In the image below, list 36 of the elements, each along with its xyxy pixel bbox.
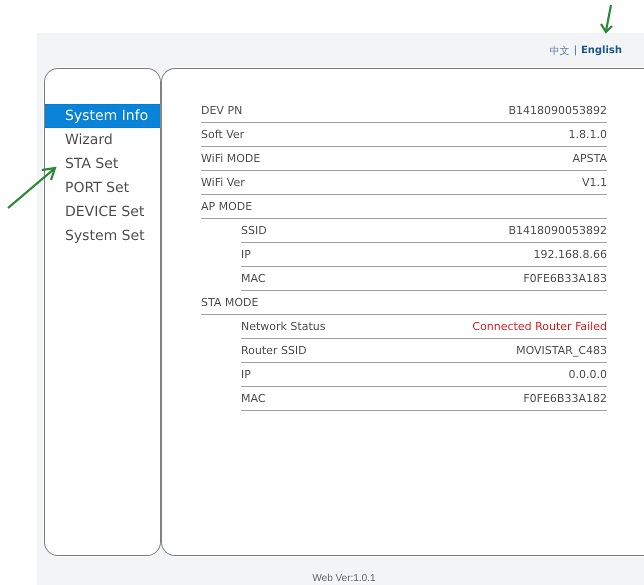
field-label: DEV PN	[201, 104, 242, 117]
sidebar-item[interactable]: STA Set	[45, 152, 160, 176]
field-value: B1418090053892	[508, 224, 607, 237]
field-value: MOVISTAR_C483	[516, 344, 607, 357]
sidebar-item[interactable]: Wizard	[45, 128, 160, 152]
field-label: MAC	[241, 392, 266, 405]
field-value: F0FE6B33A182	[523, 392, 607, 405]
field-value: F0FE6B33A183	[523, 272, 607, 285]
sidebar-item[interactable]: DEVICE Set	[45, 200, 160, 224]
field-value: 192.168.8.66	[534, 248, 607, 261]
section-heading: AP MODE	[201, 200, 252, 213]
field-label: WiFi Ver	[201, 176, 245, 189]
field-label: WiFi MODE	[201, 152, 260, 165]
field-label: SSID	[241, 224, 267, 237]
sidebar-item[interactable]: PORT Set	[45, 176, 160, 200]
field-label: IP	[241, 248, 251, 261]
field-value: V1.1	[582, 176, 607, 189]
field-label: Soft Ver	[201, 128, 244, 141]
field-value: Connected Router Failed	[472, 320, 607, 333]
field-value: B1418090053892	[508, 104, 607, 117]
field-value: APSTA	[572, 152, 607, 165]
separator: |	[574, 45, 577, 56]
field-label: IP	[241, 368, 251, 381]
sidebar-item[interactable]: System Set	[45, 224, 160, 248]
sidebar-item[interactable]: System Info	[45, 104, 160, 128]
field-label: Router SSID	[241, 344, 307, 357]
section-heading: STA MODE	[201, 296, 258, 309]
field-value: 0.0.0.0	[568, 368, 607, 381]
footer-text: Web Ver:1.0.1	[312, 573, 376, 584]
language-link[interactable]: English	[580, 45, 622, 56]
field-label: MAC	[241, 272, 266, 285]
field-label: Network Status	[241, 320, 326, 333]
field-value: 1.8.1.0	[568, 128, 607, 141]
arrow-icon	[600, 4, 614, 34]
language-link[interactable]: 中文	[550, 44, 570, 58]
arrow-icon	[6, 166, 58, 210]
